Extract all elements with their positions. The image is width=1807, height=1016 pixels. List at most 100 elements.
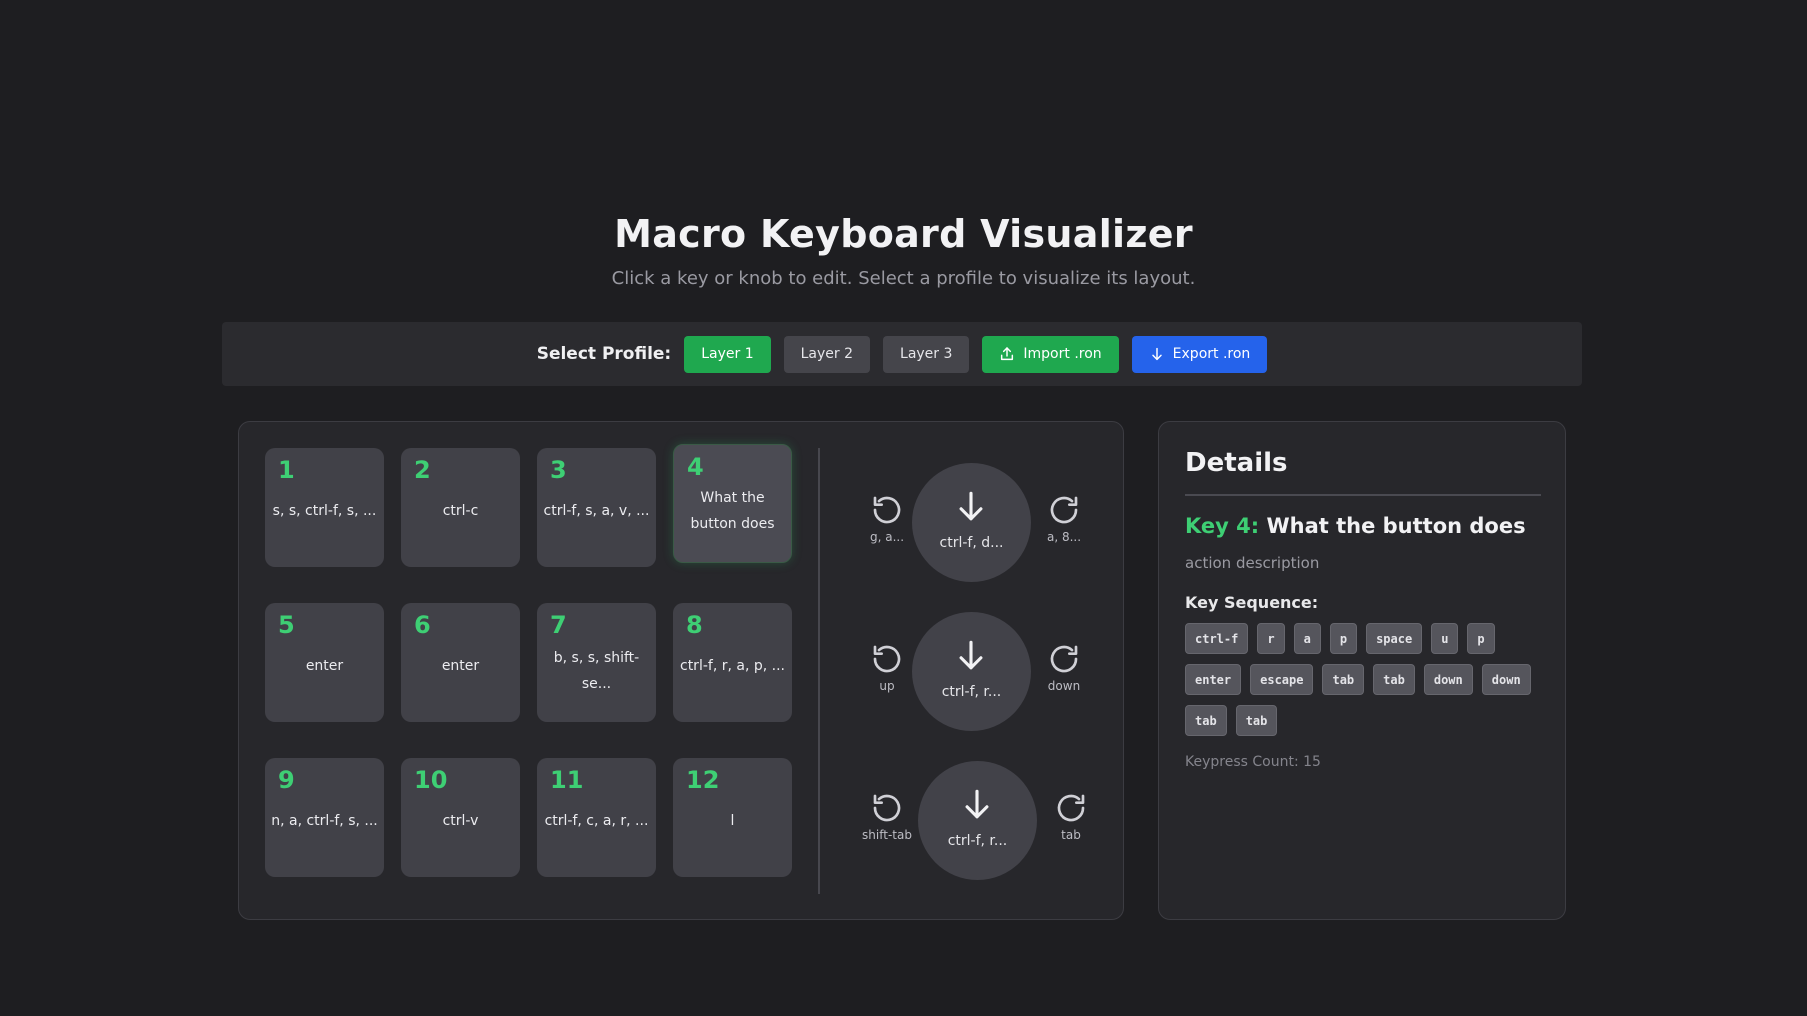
- key-sequence-chip: tab: [1373, 664, 1415, 695]
- key-number: 12: [686, 766, 720, 794]
- knob-2-press[interactable]: ctrl-f, r...: [912, 612, 1031, 731]
- knob-press-label: ctrl-f, d...: [939, 535, 1004, 551]
- macro-key-6[interactable]: 6 enter: [401, 603, 520, 722]
- details-panel: Details Key 4: What the button does acti…: [1158, 421, 1566, 920]
- knob-1-press[interactable]: ctrl-f, d...: [912, 463, 1031, 582]
- profile-layer-1-button[interactable]: Layer 1: [684, 335, 771, 373]
- details-description: action description: [1185, 554, 1320, 572]
- rotate-cw-icon: [1057, 794, 1085, 822]
- rotate-cw-icon: [1050, 645, 1078, 673]
- arrow-down-icon: [959, 491, 983, 521]
- key-number: 9: [278, 766, 295, 794]
- key-number: 1: [278, 456, 295, 484]
- knob-3-rotate-right[interactable]: tab: [1041, 792, 1101, 842]
- panel-divider: [818, 448, 820, 894]
- key-number: 7: [550, 611, 567, 639]
- key-sequence-chip: tab: [1185, 705, 1227, 736]
- import-button[interactable]: Import .ron: [982, 335, 1119, 373]
- rotate-ccw-icon: [873, 645, 901, 673]
- details-title: Details: [1185, 448, 1288, 478]
- export-button[interactable]: Export .ron: [1131, 335, 1268, 373]
- key-sequence-chip: u: [1431, 623, 1459, 654]
- key-action-label: s, s, ctrl-f, s, ...: [272, 503, 377, 519]
- key-action-label: ctrl-f, r, a, p, ...: [680, 658, 785, 674]
- key-sequence-label: Key Sequence:: [1185, 593, 1319, 612]
- macro-key-3[interactable]: 3 ctrl-f, s, a, v, ...: [537, 448, 656, 567]
- macro-key-9[interactable]: 9 n, a, ctrl-f, s, ...: [265, 758, 384, 877]
- export-button-label: Export .ron: [1172, 346, 1251, 362]
- macro-key-5[interactable]: 5 enter: [265, 603, 384, 722]
- key-sequence-chip: down: [1423, 664, 1473, 695]
- macro-key-12[interactable]: 12 l: [673, 758, 792, 877]
- knob-left-label: shift-tab: [862, 828, 912, 842]
- knob-right-label: a, 8...: [1046, 530, 1082, 544]
- knob-2-rotate-left[interactable]: up: [857, 643, 917, 693]
- key-action-label: ctrl-f, s, a, v, ...: [543, 503, 650, 519]
- knob-left-label: g, a...: [869, 530, 905, 544]
- key-number: 5: [278, 611, 295, 639]
- knob-3-press[interactable]: ctrl-f, r...: [918, 761, 1037, 880]
- profile-layer-2-button[interactable]: Layer 2: [783, 335, 871, 373]
- knob-left-label: up: [879, 679, 895, 693]
- arrow-down-icon: [965, 789, 989, 819]
- upload-icon: [1001, 347, 1014, 361]
- profile-layer-3-button[interactable]: Layer 3: [883, 335, 970, 373]
- key-action-label: ctrl-f, c, a, r, ...: [544, 813, 649, 829]
- knob-right-label: down: [1047, 679, 1081, 693]
- knob-3-rotate-left[interactable]: shift-tab: [857, 792, 917, 842]
- key-action-label: ctrl-v: [442, 813, 479, 829]
- key-action-label: n, a, ctrl-f, s, ...: [271, 813, 378, 829]
- key-number: 11: [550, 766, 584, 794]
- details-key-id: Key 4:: [1185, 514, 1260, 538]
- macro-key-7[interactable]: 7 b, s, s, shift-se...: [537, 603, 656, 722]
- page-subtitle: Click a key or knob to edit. Select a pr…: [611, 268, 1196, 289]
- knob-press-label: ctrl-f, r...: [947, 833, 1008, 849]
- key-action-label: l: [730, 813, 735, 829]
- key-sequence-chip: tab: [1322, 664, 1365, 695]
- key-number: 3: [550, 456, 567, 484]
- download-arrow-icon: [1151, 347, 1162, 361]
- macro-key-1[interactable]: 1 s, s, ctrl-f, s, ...: [265, 448, 384, 567]
- key-number: 10: [414, 766, 448, 794]
- knob-2-rotate-right[interactable]: down: [1034, 643, 1094, 693]
- key-sequence-chip: space: [1366, 623, 1423, 654]
- macro-key-4[interactable]: 4 What the button does: [673, 444, 792, 563]
- knob-1-rotate-right[interactable]: a, 8...: [1034, 494, 1094, 544]
- key-sequence-chip: enter: [1185, 664, 1242, 695]
- macro-key-2[interactable]: 2 ctrl-c: [401, 448, 520, 567]
- knob-right-label: tab: [1061, 828, 1081, 842]
- rotate-ccw-icon: [873, 496, 901, 524]
- key-sequence-chip: a: [1293, 623, 1321, 654]
- rotate-ccw-icon: [873, 794, 901, 822]
- page-header: Macro Keyboard Visualizer Click a key or…: [0, 212, 1807, 289]
- macro-key-10[interactable]: 10 ctrl-v: [401, 758, 520, 877]
- key-action-label: b, s, s, shift-se...: [553, 650, 640, 692]
- knob-1-rotate-left[interactable]: g, a...: [857, 494, 917, 544]
- details-divider: [1185, 494, 1541, 496]
- key-sequence-list: ctrl-f r a p space u p enter escape tab tab down dow…: [1185, 623, 1545, 736]
- key-number: 4: [687, 453, 704, 481]
- arrow-down-icon: [959, 640, 983, 670]
- keyboard-panel: 1 s, s, ctrl-f, s, ... 2 ctrl-c 3 ctrl-f…: [238, 421, 1124, 920]
- knob-press-label: ctrl-f, r...: [941, 684, 1002, 700]
- keypress-count: Keypress Count: 15: [1185, 754, 1321, 770]
- key-sequence-chip: down: [1481, 664, 1531, 695]
- rotate-cw-icon: [1050, 496, 1078, 524]
- profile-toolbar: Select Profile: Layer 1 Layer 2 Layer 3 …: [222, 322, 1582, 386]
- macro-key-11[interactable]: 11 ctrl-f, c, a, r, ...: [537, 758, 656, 877]
- key-action-label: ctrl-c: [442, 503, 479, 519]
- select-profile-label: Select Profile:: [536, 344, 672, 364]
- key-sequence-chip: tab: [1235, 705, 1278, 736]
- page-title: Macro Keyboard Visualizer: [614, 212, 1193, 256]
- key-sequence-chip: p: [1329, 623, 1358, 654]
- key-action-label: enter: [441, 658, 480, 674]
- key-number: 6: [414, 611, 431, 639]
- key-sequence-chip: ctrl-f: [1185, 623, 1249, 654]
- macro-key-8[interactable]: 8 ctrl-f, r, a, p, ...: [673, 603, 792, 722]
- key-number: 2: [414, 456, 431, 484]
- key-sequence-chip: p: [1467, 623, 1495, 654]
- key-sequence-chip: r: [1257, 623, 1285, 654]
- key-number: 8: [686, 611, 703, 639]
- key-action-label: enter: [305, 658, 344, 674]
- import-button-label: Import .ron: [1023, 346, 1102, 362]
